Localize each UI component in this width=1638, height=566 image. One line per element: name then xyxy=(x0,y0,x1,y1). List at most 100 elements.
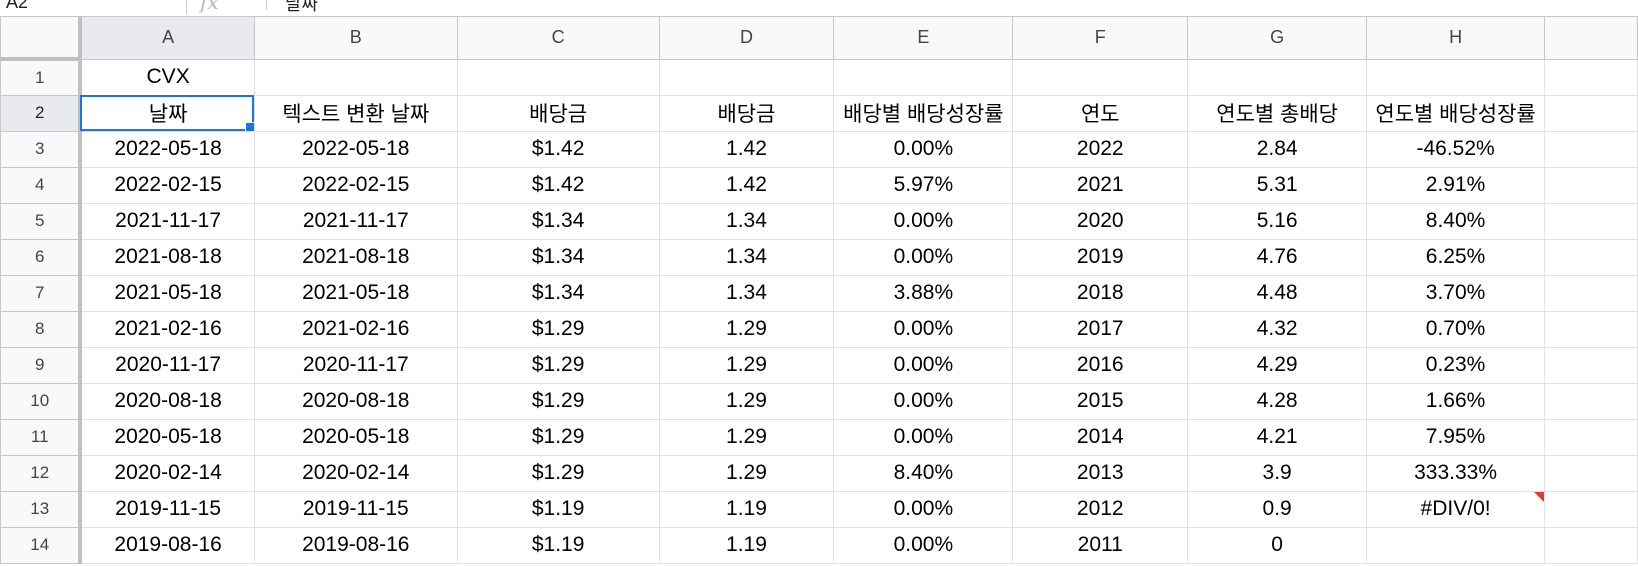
row-header-4[interactable]: 4 xyxy=(0,166,83,204)
cell-g10[interactable]: 4.28 xyxy=(1187,382,1368,420)
name-box[interactable]: A2 xyxy=(0,0,187,14)
cell-f9[interactable]: 2016 xyxy=(1012,346,1189,384)
cell-g2[interactable]: 연도별 총배당 xyxy=(1187,94,1368,132)
cell-h7[interactable]: 3.70% xyxy=(1366,274,1546,312)
cell-f10[interactable]: 2015 xyxy=(1012,382,1189,420)
cell-d4[interactable]: 1.42 xyxy=(658,166,835,204)
cell-c3[interactable]: $1.42 xyxy=(456,130,660,168)
cell-c7[interactable]: $1.34 xyxy=(456,274,660,312)
cell-a9[interactable]: 2020-11-17 xyxy=(79,346,255,384)
cell-f3[interactable]: 2022 xyxy=(1012,130,1189,168)
cell-e6[interactable]: 0.00% xyxy=(833,238,1014,276)
cell-c8[interactable]: $1.29 xyxy=(456,310,660,348)
row-header-8[interactable]: 8 xyxy=(0,310,83,348)
cell-i6[interactable] xyxy=(1544,238,1638,276)
cell-h11[interactable]: 7.95% xyxy=(1366,418,1546,456)
row-header-5[interactable]: 5 xyxy=(0,202,83,240)
row-header-10[interactable]: 10 xyxy=(0,382,83,420)
cell-h13[interactable]: #DIV/0! xyxy=(1366,490,1546,528)
cell-a6[interactable]: 2021-08-18 xyxy=(79,238,255,276)
cell-d12[interactable]: 1.29 xyxy=(658,454,835,492)
cell-b12[interactable]: 2020-02-14 xyxy=(253,454,458,492)
cell-g3[interactable]: 2.84 xyxy=(1187,130,1368,168)
cell-i10[interactable] xyxy=(1544,382,1638,420)
cell-i9[interactable] xyxy=(1544,346,1638,384)
cell-i8[interactable] xyxy=(1544,310,1638,348)
cell-e11[interactable]: 0.00% xyxy=(833,418,1014,456)
cell-e3[interactable]: 0.00% xyxy=(833,130,1014,168)
cell-b3[interactable]: 2022-05-18 xyxy=(253,130,458,168)
cell-b6[interactable]: 2021-08-18 xyxy=(253,238,458,276)
cell-e13[interactable]: 0.00% xyxy=(833,490,1014,528)
cell-h3[interactable]: -46.52% xyxy=(1366,130,1546,168)
row-header-13[interactable]: 13 xyxy=(0,490,83,528)
cell-i3[interactable] xyxy=(1544,130,1638,168)
cell-i1[interactable] xyxy=(1544,58,1638,96)
cell-d6[interactable]: 1.34 xyxy=(658,238,835,276)
cell-e4[interactable]: 5.97% xyxy=(833,166,1014,204)
cell-c14[interactable]: $1.19 xyxy=(456,526,660,564)
cell-d9[interactable]: 1.29 xyxy=(658,346,835,384)
column-header-e[interactable]: E xyxy=(833,16,1014,60)
cell-a7[interactable]: 2021-05-18 xyxy=(79,274,255,312)
cell-b8[interactable]: 2021-02-16 xyxy=(253,310,458,348)
cell-a3[interactable]: 2022-05-18 xyxy=(79,130,255,168)
cell-i4[interactable] xyxy=(1544,166,1638,204)
cell-g12[interactable]: 3.9 xyxy=(1187,454,1368,492)
cell-a4[interactable]: 2022-02-15 xyxy=(79,166,255,204)
cell-g1[interactable] xyxy=(1187,58,1368,96)
cell-d11[interactable]: 1.29 xyxy=(658,418,835,456)
comment-indicator-icon[interactable] xyxy=(1534,492,1544,502)
cell-g11[interactable]: 4.21 xyxy=(1187,418,1368,456)
cell-i5[interactable] xyxy=(1544,202,1638,240)
cell-a10[interactable]: 2020-08-18 xyxy=(79,382,255,420)
cell-g5[interactable]: 5.16 xyxy=(1187,202,1368,240)
row-header-7[interactable]: 7 xyxy=(0,274,83,312)
fill-handle[interactable] xyxy=(244,121,254,130)
cell-h6[interactable]: 6.25% xyxy=(1366,238,1546,276)
column-header-h[interactable]: H xyxy=(1366,16,1546,60)
cell-g8[interactable]: 4.32 xyxy=(1187,310,1368,348)
cell-a8[interactable]: 2021-02-16 xyxy=(79,310,255,348)
cell-c9[interactable]: $1.29 xyxy=(456,346,660,384)
cell-f8[interactable]: 2017 xyxy=(1012,310,1189,348)
cell-h5[interactable]: 8.40% xyxy=(1366,202,1546,240)
cell-d10[interactable]: 1.29 xyxy=(658,382,835,420)
cell-b14[interactable]: 2019-08-16 xyxy=(253,526,458,564)
cell-c2[interactable]: 배당금 xyxy=(456,94,660,132)
cell-g7[interactable]: 4.48 xyxy=(1187,274,1368,312)
cell-g9[interactable]: 4.29 xyxy=(1187,346,1368,384)
cell-f1[interactable] xyxy=(1012,58,1189,96)
cell-h8[interactable]: 0.70% xyxy=(1366,310,1546,348)
cell-a12[interactable]: 2020-02-14 xyxy=(79,454,255,492)
cell-i2[interactable] xyxy=(1544,94,1638,132)
cell-c6[interactable]: $1.34 xyxy=(456,238,660,276)
cell-c1[interactable] xyxy=(456,58,660,96)
cell-b1[interactable] xyxy=(253,58,458,96)
cell-b10[interactable]: 2020-08-18 xyxy=(253,382,458,420)
row-header-9[interactable]: 9 xyxy=(0,346,83,384)
cell-i14[interactable] xyxy=(1544,526,1638,564)
cell-e2[interactable]: 배당별 배당성장률 xyxy=(833,94,1014,132)
cell-d13[interactable]: 1.19 xyxy=(658,490,835,528)
cell-c12[interactable]: $1.29 xyxy=(456,454,660,492)
row-header-12[interactable]: 12 xyxy=(0,454,83,492)
row-header-6[interactable]: 6 xyxy=(0,238,83,276)
cell-h10[interactable]: 1.66% xyxy=(1366,382,1546,420)
cell-a5[interactable]: 2021-11-17 xyxy=(79,202,255,240)
cell-g6[interactable]: 4.76 xyxy=(1187,238,1368,276)
cell-b9[interactable]: 2020-11-17 xyxy=(253,346,458,384)
cell-d1[interactable] xyxy=(658,58,835,96)
cell-a11[interactable]: 2020-05-18 xyxy=(79,418,255,456)
cell-d14[interactable]: 1.19 xyxy=(658,526,835,564)
column-header-f[interactable]: F xyxy=(1012,16,1189,60)
row-header-11[interactable]: 11 xyxy=(0,418,83,456)
cell-e9[interactable]: 0.00% xyxy=(833,346,1014,384)
formula-input[interactable]: 날짜 xyxy=(285,0,318,16)
cell-b11[interactable]: 2020-05-18 xyxy=(253,418,458,456)
cell-b5[interactable]: 2021-11-17 xyxy=(253,202,458,240)
cell-f11[interactable]: 2014 xyxy=(1012,418,1189,456)
column-header-c[interactable]: C xyxy=(456,16,660,60)
column-header-b[interactable]: B xyxy=(253,16,458,60)
cell-a14[interactable]: 2019-08-16 xyxy=(79,526,255,564)
